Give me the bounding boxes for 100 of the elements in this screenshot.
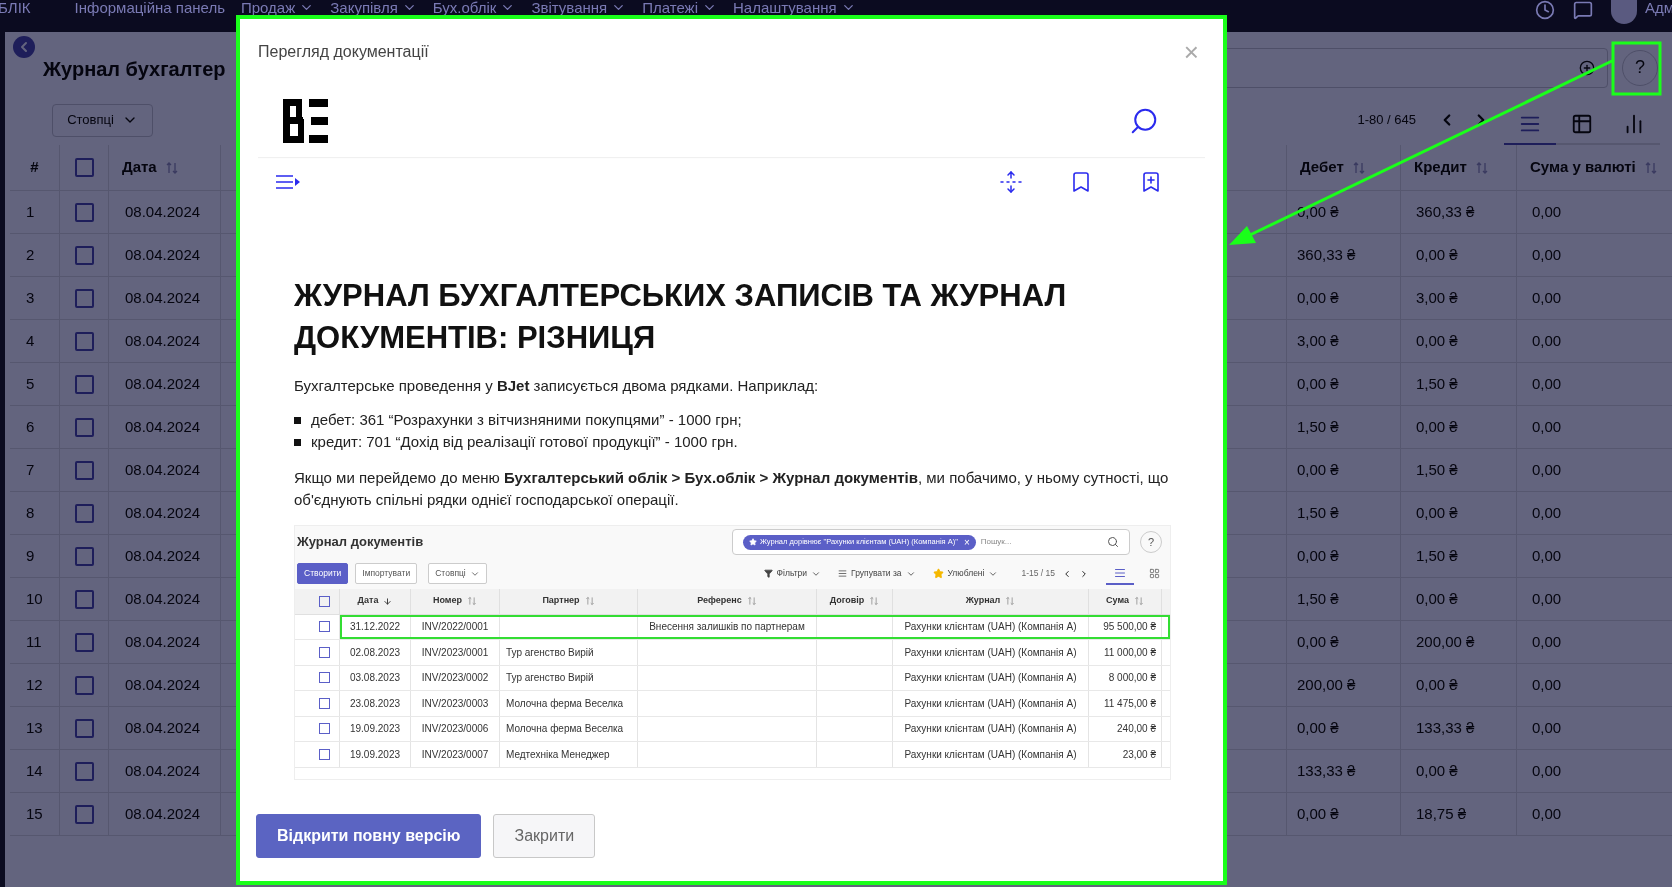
sort-icon[interactable] [746, 596, 757, 606]
nav-menu-item[interactable]: Закупівля [330, 0, 417, 15]
nav-menu-item[interactable]: Звітування [531, 0, 627, 15]
table-cell-text: Рахунки клієнтам (UAH) (Компанія А) [904, 696, 1077, 711]
checkbox[interactable] [318, 672, 330, 684]
column-header[interactable]: Договір [829, 594, 865, 608]
sort-icon[interactable] [1643, 160, 1658, 175]
column-header[interactable]: Дата [357, 594, 379, 608]
page-title: Журнал бухгалтер [43, 56, 226, 82]
sort-icon[interactable] [164, 160, 179, 175]
table-cell-text: 02.08.2023 [349, 645, 401, 660]
table-cell-text: 1,50 ₴ [1297, 502, 1339, 523]
search-icon[interactable] [1129, 106, 1159, 136]
bullet-icon [294, 439, 301, 446]
chat-icon[interactable] [1572, 0, 1593, 20]
search-icon[interactable] [1107, 536, 1119, 548]
brand-name[interactable]: БЛІК [0, 0, 31, 15]
toolbar-button[interactable]: Імпортувати [355, 563, 418, 584]
grid-view-icon[interactable] [1149, 568, 1160, 579]
row-number: 10 [26, 588, 43, 609]
checkbox[interactable] [74, 374, 94, 394]
checkbox[interactable] [318, 595, 330, 607]
sort-icon[interactable] [584, 596, 595, 606]
row-number: 14 [26, 760, 43, 781]
close-dialog-button[interactable]: Закрити [493, 814, 596, 858]
nav-menu-item[interactable]: Бух.облік [432, 0, 516, 15]
toolbar-button[interactable]: Створити [297, 563, 349, 584]
table-cell-text: 0,00 [1532, 588, 1562, 609]
sort-icon[interactable] [1474, 160, 1489, 175]
previous-page-icon[interactable] [1062, 568, 1072, 579]
column-header[interactable]: Дебет [1300, 156, 1366, 179]
clock-icon[interactable] [1534, 0, 1555, 20]
sort-icon[interactable] [1351, 160, 1366, 175]
back-button[interactable] [13, 36, 35, 58]
checkbox[interactable] [74, 158, 94, 177]
checkbox[interactable] [74, 245, 94, 265]
sort-icon[interactable] [1133, 596, 1144, 606]
logo-icon[interactable] [283, 99, 328, 143]
column-header[interactable]: Референс [697, 594, 742, 608]
column-header[interactable]: Сума у валюті [1530, 156, 1658, 179]
table-cell-text: 08.04.2024 [125, 674, 201, 695]
checkbox[interactable] [74, 632, 94, 652]
table-cell-text: 0,00 [1532, 244, 1562, 265]
checkbox[interactable] [74, 675, 94, 695]
table-cell-text: Медтехніка Менеджер [506, 747, 610, 762]
table-cell-text: Рахунки клієнтам (UAH) (Компанія А) [904, 620, 1077, 635]
table-cell-text: 1,50 ₴ [1297, 416, 1339, 437]
checkbox[interactable] [318, 646, 330, 658]
sort-icon[interactable] [869, 596, 880, 606]
checkbox[interactable] [74, 202, 94, 222]
menu-icon[interactable] [275, 174, 301, 190]
checkbox[interactable] [74, 804, 94, 824]
column-header[interactable]: Сума [1106, 594, 1129, 608]
column-header[interactable]: Дата [122, 156, 179, 179]
avatar[interactable] [1610, 0, 1637, 24]
favorites-dropdown[interactable]: Улюблені [932, 567, 999, 580]
column-header[interactable]: Партнер [542, 594, 580, 608]
checkbox[interactable] [318, 621, 330, 633]
table-cell-text: 8 000,00 ₴ [1108, 671, 1156, 686]
nav-menu-item[interactable]: Продаж [241, 0, 315, 15]
table-cell-text: Рахунки клієнтам (UAH) (Компанія А) [904, 671, 1077, 686]
nav-menu-item[interactable]: Інформаційна панель [74, 0, 225, 15]
column-header[interactable]: Журнал [965, 594, 1001, 608]
add-filter-icon[interactable] [1579, 59, 1595, 76]
expand-collapse-icon[interactable] [999, 170, 1023, 194]
checkbox[interactable] [318, 748, 330, 760]
table-cell-text: 1,50 ₴ [1416, 459, 1458, 480]
group-by-dropdown[interactable]: Групувати за [838, 567, 916, 580]
checkbox[interactable] [74, 503, 94, 523]
nav-menu-item[interactable]: Платежі [642, 0, 717, 15]
sort-icon[interactable] [467, 596, 477, 606]
checkbox[interactable] [74, 331, 94, 351]
table-cell-text: Тур агенство Вирій [506, 671, 594, 686]
checkbox[interactable] [74, 546, 94, 566]
table-cell-text: 03.08.2023 [349, 671, 401, 686]
open-full-version-button[interactable]: Відкрити повну версію [256, 814, 482, 858]
checkbox[interactable] [318, 723, 330, 735]
filters-dropdown[interactable]: Фільтри [763, 567, 822, 580]
columns-dropdown[interactable]: Стовпці [52, 103, 153, 137]
sort-descending-icon[interactable] [383, 596, 393, 606]
checkbox[interactable] [74, 288, 94, 308]
sort-icon[interactable] [1005, 596, 1016, 606]
checkbox[interactable] [74, 761, 94, 781]
checkbox[interactable] [318, 697, 330, 709]
checkbox[interactable] [74, 589, 94, 609]
column-header[interactable]: Кредит [1414, 156, 1489, 179]
checkbox[interactable] [74, 718, 94, 738]
table-cell-text: 360,33 ₴ [1297, 244, 1356, 265]
remove-filter-button[interactable]: × [963, 534, 970, 550]
toolbar-button[interactable]: Стовпці [428, 563, 487, 584]
column-header[interactable]: Номер [432, 594, 462, 608]
table-cell-text: 0,00 [1532, 631, 1562, 652]
checkbox[interactable] [74, 460, 94, 480]
next-page-icon[interactable] [1079, 568, 1089, 579]
checkbox[interactable] [74, 417, 94, 437]
pager-label: 1-80 / 645 [1357, 111, 1416, 130]
row-number: 2 [26, 244, 35, 265]
table-cell-text: 0,00 ₴ [1416, 416, 1458, 437]
table-cell-text: INV/2023/0006 [421, 722, 489, 737]
nav-menu-item[interactable]: Налаштування [732, 0, 856, 15]
